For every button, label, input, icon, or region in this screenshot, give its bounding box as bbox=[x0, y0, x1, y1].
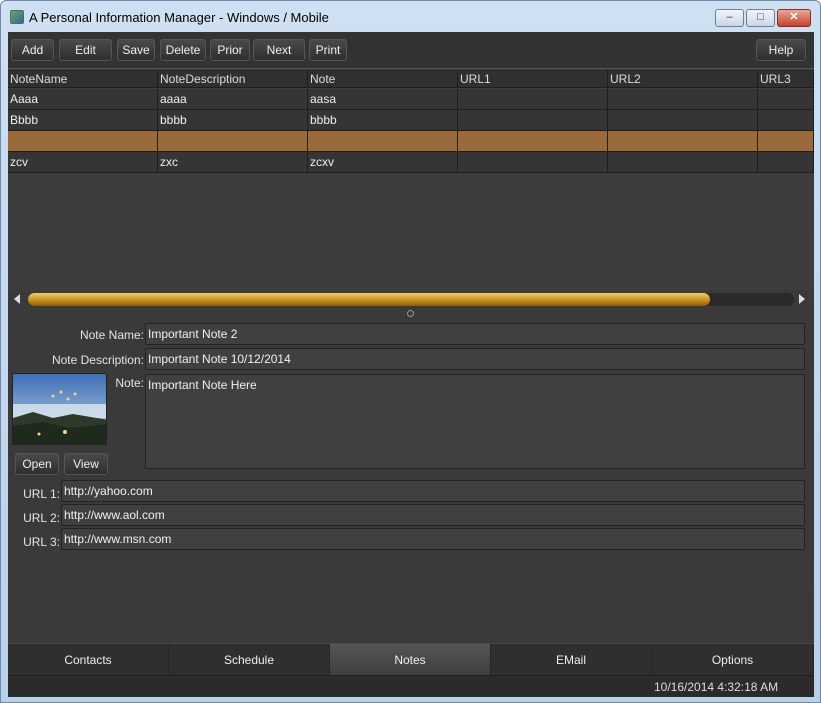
table-row[interactable]: Aaaa aaaa aasa bbox=[8, 89, 814, 110]
close-button[interactable]: ✕ bbox=[777, 9, 811, 27]
note-description-label: Note Description: bbox=[51, 353, 144, 367]
table-cell bbox=[458, 152, 608, 172]
status-datetime: 10/16/2014 4:32:18 AM bbox=[654, 680, 779, 694]
table-cell: aaaa bbox=[158, 89, 308, 109]
table-cell: Aaaa bbox=[8, 89, 158, 109]
table-cell bbox=[758, 131, 814, 151]
table-cell bbox=[758, 110, 814, 130]
table-cell bbox=[458, 131, 608, 151]
column-header-notename[interactable]: NoteName bbox=[8, 70, 158, 88]
url1-label: URL 1: bbox=[23, 487, 60, 501]
splitter-handle-icon[interactable] bbox=[407, 310, 414, 317]
grid-header: NoteName NoteDescription Note URL1 URL2 … bbox=[8, 70, 814, 88]
notes-grid[interactable]: NoteName NoteDescription Note URL1 URL2 … bbox=[8, 70, 814, 290]
url2-label: URL 2: bbox=[23, 511, 60, 525]
url1-field[interactable]: http://yahoo.com bbox=[61, 480, 805, 502]
column-header-url3[interactable]: URL3 bbox=[758, 70, 814, 88]
maximize-button[interactable]: □ bbox=[746, 9, 775, 27]
column-header-url1[interactable]: URL1 bbox=[458, 70, 608, 88]
column-header-notedescription[interactable]: NoteDescription bbox=[158, 70, 308, 88]
scroll-thumb[interactable] bbox=[28, 293, 710, 306]
tab-schedule[interactable]: Schedule bbox=[169, 644, 330, 676]
table-row[interactable]: zcv zxc zcxv bbox=[8, 152, 814, 173]
help-button[interactable]: Help bbox=[756, 39, 806, 61]
save-button[interactable]: Save bbox=[117, 39, 155, 61]
table-cell bbox=[458, 89, 608, 109]
horizontal-scrollbar[interactable] bbox=[8, 290, 814, 310]
table-row-selected[interactable] bbox=[8, 131, 814, 152]
note-name-label: Note Name: bbox=[79, 328, 144, 342]
prior-button[interactable]: Prior bbox=[210, 39, 250, 61]
table-cell bbox=[608, 152, 758, 172]
landscape-image-icon bbox=[13, 374, 106, 444]
table-cell bbox=[608, 89, 758, 109]
note-textarea[interactable]: Important Note Here bbox=[145, 374, 805, 469]
table-cell: bbbb bbox=[158, 110, 308, 130]
table-row[interactable]: Bbbb bbbb bbbb bbox=[8, 110, 814, 131]
table-cell: aasa bbox=[308, 89, 458, 109]
tab-bar: Contacts Schedule Notes EMail Options bbox=[8, 643, 814, 676]
view-button[interactable]: View bbox=[64, 453, 108, 475]
table-cell bbox=[608, 131, 758, 151]
add-button[interactable]: Add bbox=[11, 39, 54, 61]
open-button[interactable]: Open bbox=[15, 453, 59, 475]
table-cell bbox=[8, 131, 158, 151]
delete-button[interactable]: Delete bbox=[160, 39, 206, 61]
app-window: A Personal Information Manager - Windows… bbox=[0, 0, 821, 703]
scroll-right-icon[interactable] bbox=[799, 294, 805, 304]
table-cell: bbbb bbox=[308, 110, 458, 130]
column-header-url2[interactable]: URL2 bbox=[608, 70, 758, 88]
tab-email[interactable]: EMail bbox=[491, 644, 652, 676]
scroll-left-icon[interactable] bbox=[14, 294, 20, 304]
next-button[interactable]: Next bbox=[253, 39, 305, 61]
table-cell: zxc bbox=[158, 152, 308, 172]
print-button[interactable]: Print bbox=[309, 39, 347, 61]
url3-field[interactable]: http://www.msn.com bbox=[61, 528, 805, 550]
table-cell bbox=[758, 89, 814, 109]
status-bar: 10/16/2014 4:32:18 AM bbox=[8, 675, 814, 697]
toolbar: Add Edit Save Delete Prior Next Print He… bbox=[8, 32, 814, 69]
note-image bbox=[12, 373, 107, 445]
table-cell bbox=[458, 110, 608, 130]
table-cell bbox=[158, 131, 308, 151]
minimize-button[interactable]: – bbox=[715, 9, 744, 27]
tab-options[interactable]: Options bbox=[652, 644, 814, 676]
table-cell: zcv bbox=[8, 152, 158, 172]
edit-button[interactable]: Edit bbox=[59, 39, 112, 61]
table-cell: Bbbb bbox=[8, 110, 158, 130]
app-icon bbox=[10, 10, 24, 24]
table-cell bbox=[608, 110, 758, 130]
note-description-field[interactable]: Important Note 10/12/2014 bbox=[145, 348, 805, 370]
table-cell bbox=[308, 131, 458, 151]
title-bar[interactable]: A Personal Information Manager - Windows… bbox=[1, 1, 820, 31]
window-title: A Personal Information Manager - Windows… bbox=[29, 10, 329, 25]
note-name-field[interactable]: Important Note 2 bbox=[145, 323, 805, 345]
column-header-note[interactable]: Note bbox=[308, 70, 458, 88]
note-detail-form: Note Name: Important Note 2 Note Descrip… bbox=[8, 318, 814, 638]
url3-label: URL 3: bbox=[23, 535, 60, 549]
tab-contacts[interactable]: Contacts bbox=[8, 644, 169, 676]
table-cell bbox=[758, 152, 814, 172]
url2-field[interactable]: http://www.aol.com bbox=[61, 504, 805, 526]
tab-notes[interactable]: Notes bbox=[330, 644, 491, 676]
note-label: Note: bbox=[115, 376, 144, 390]
table-cell: zcxv bbox=[308, 152, 458, 172]
client-area: Add Edit Save Delete Prior Next Print He… bbox=[8, 32, 814, 697]
